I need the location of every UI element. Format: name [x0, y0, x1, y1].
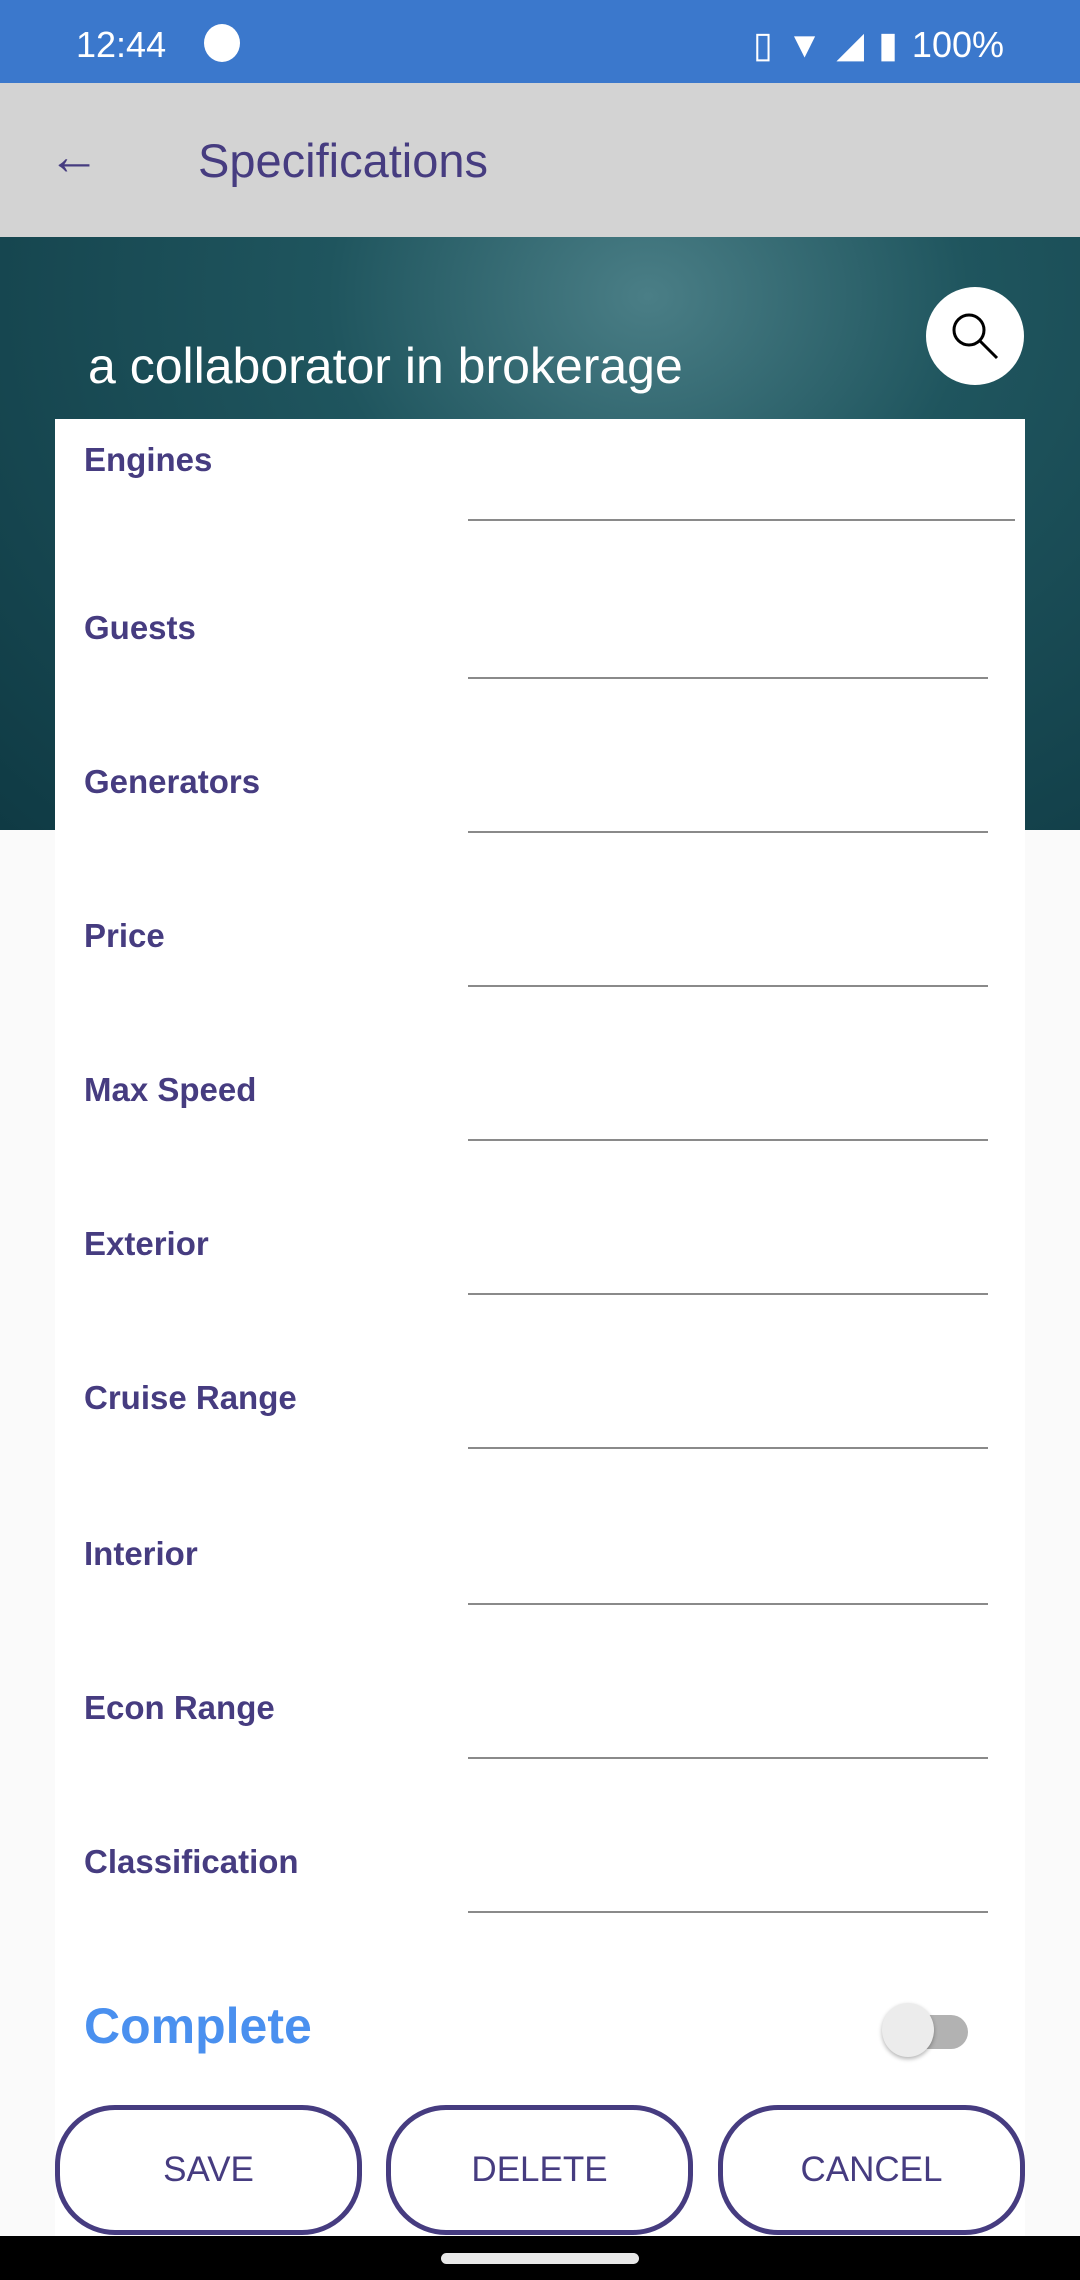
field-input[interactable]	[468, 1447, 988, 1449]
vibrate-icon: ▯	[752, 24, 773, 65]
app-bar: ← Specifications	[0, 83, 1080, 237]
page-title: Specifications	[198, 134, 488, 187]
back-button[interactable]: ←	[48, 129, 108, 189]
field-label: Generators	[84, 763, 261, 800]
clock: 12:44	[76, 24, 167, 65]
field-label: Max Speed	[84, 1071, 257, 1108]
field-label: Price	[84, 917, 165, 954]
battery-level: 100%	[911, 24, 1004, 65]
field-input[interactable]	[468, 1911, 988, 1913]
field-input[interactable]	[468, 985, 988, 987]
navigation-bar	[0, 2236, 1080, 2280]
field-input[interactable]	[468, 1603, 988, 1605]
field-input[interactable]	[468, 1139, 988, 1141]
field-label: Guests	[84, 609, 196, 646]
arrow-left-icon: ←	[48, 128, 100, 186]
field-label: Engines	[84, 441, 213, 478]
field-input[interactable]	[468, 1293, 988, 1295]
save-button[interactable]: SAVE	[55, 2105, 362, 2235]
field-label: Exterior	[84, 1225, 209, 1262]
battery-charging-icon: ▮	[878, 24, 898, 65]
complete-toggle[interactable]	[880, 1999, 980, 2059]
search-icon	[952, 313, 999, 360]
field-label: Interior	[84, 1535, 198, 1572]
delete-button[interactable]: DELETE	[386, 2105, 693, 2235]
specifications-form: Complete Engines Guests Generators Price Max…	[55, 419, 1025, 2239]
field-input[interactable]	[468, 831, 988, 833]
search-button[interactable]	[926, 287, 1024, 385]
field-input[interactable]	[468, 1757, 988, 1759]
field-label: Econ Range	[84, 1689, 275, 1726]
field-input[interactable]	[468, 519, 1015, 521]
wifi-icon: ▼	[786, 24, 823, 65]
complete-label: Complete	[84, 1998, 312, 2054]
cancel-button[interactable]: CANCEL	[718, 2105, 1025, 2235]
field-input[interactable]	[468, 677, 988, 679]
banner-text: a collaborator in brokerage	[88, 338, 683, 394]
signal-icon: ◢	[836, 24, 865, 65]
status-bar: 12:44 ▯ ▼ ◢ ▮ 100%	[0, 0, 1080, 83]
field-label: Cruise Range	[84, 1379, 297, 1416]
home-handle[interactable]	[441, 2253, 639, 2264]
field-label: Classification	[84, 1843, 299, 1880]
notification-icon	[204, 24, 240, 62]
